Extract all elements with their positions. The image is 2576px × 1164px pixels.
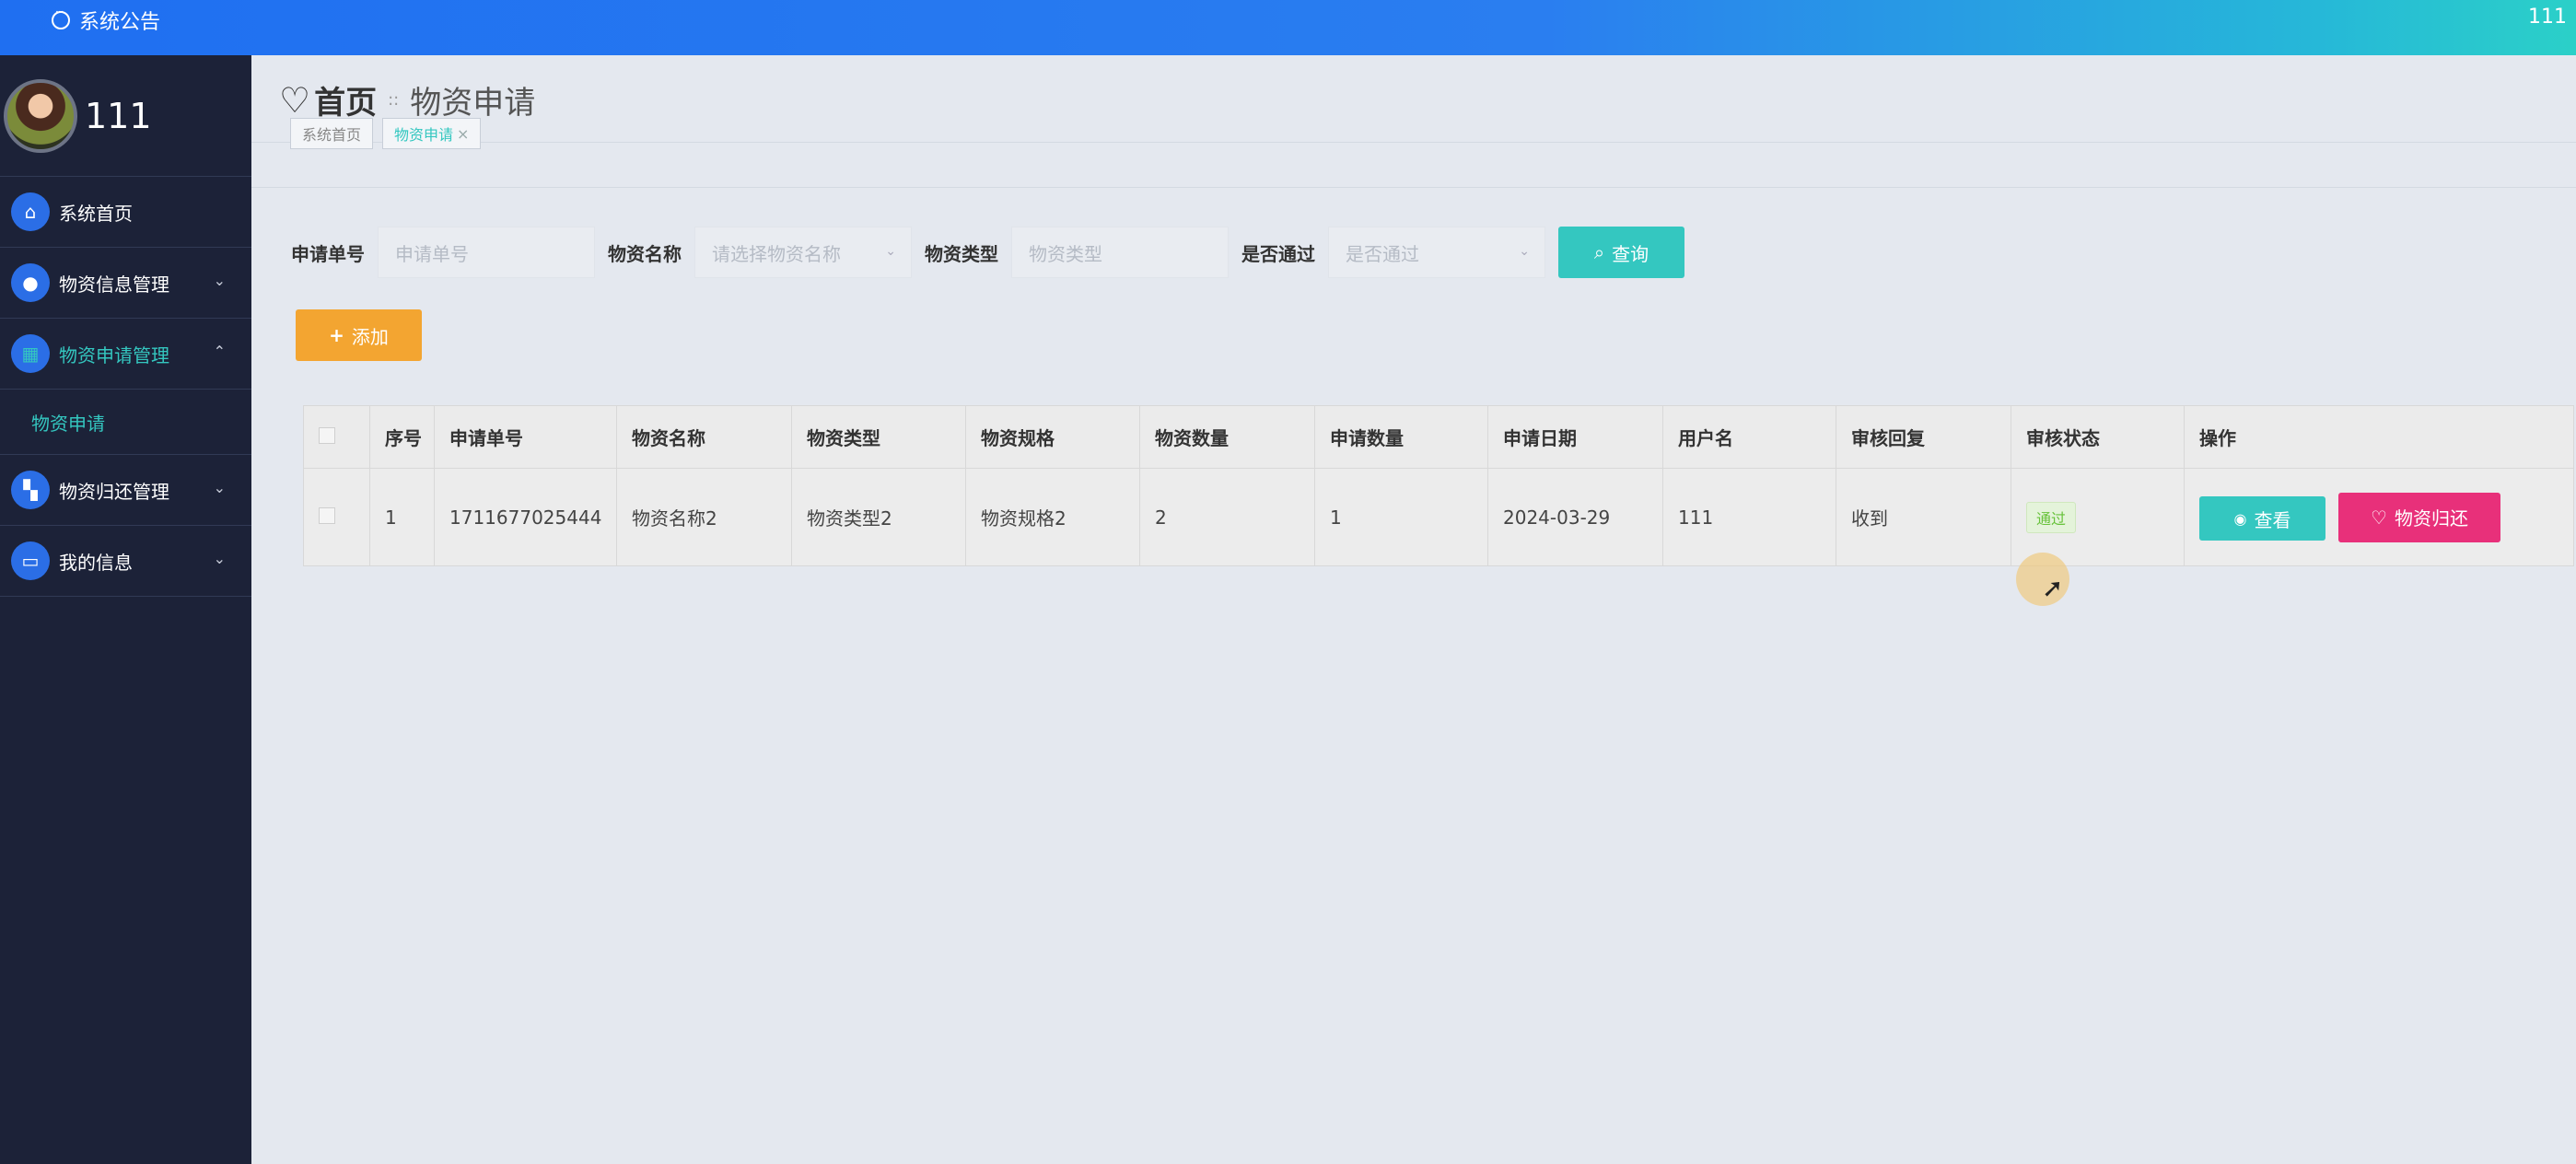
sidebar-item-label: 物资归还管理	[59, 480, 169, 503]
col-header: 审核回复	[1836, 405, 2011, 469]
tab-home[interactable]: 系统首页	[290, 118, 374, 149]
breadcrumb: ♡ 首页 :: 物资申请	[279, 77, 535, 122]
grid-icon: ▦	[11, 334, 50, 373]
heart-icon: ♡	[279, 79, 311, 121]
profile: 111	[0, 55, 251, 177]
sidebar-item-material-apply[interactable]: ▦ 物资申请管理 ⌃	[0, 319, 251, 390]
breadcrumb-home[interactable]: 首页	[314, 77, 377, 122]
col-header: 物资名称	[616, 405, 792, 469]
chevron-down-icon: ⌄	[213, 550, 226, 567]
select-placeholder: 请选择物资名称	[712, 242, 841, 265]
col-header: 物资数量	[1139, 405, 1315, 469]
chevron-down-icon: ⌄	[213, 479, 226, 496]
col-header: 序号	[369, 405, 435, 469]
cell-apply-date: 2024-03-29	[1487, 468, 1663, 566]
sidebar-item-my-info[interactable]: ▭ 我的信息 ⌄	[0, 526, 251, 597]
close-icon[interactable]: ×	[457, 125, 469, 143]
eye-icon: ◉	[2233, 509, 2247, 528]
cell-material-name: 物资名称2	[616, 468, 792, 566]
table-header-row: 序号 申请单号 物资名称 物资类型 物资规格 物资数量 申请数量 申请日期 用户…	[303, 405, 2574, 469]
query-button-label: 查询	[1612, 242, 1649, 265]
col-header: 审核状态	[2011, 405, 2185, 469]
col-header: 物资类型	[791, 405, 966, 469]
mouse-cursor-icon: ➚	[2042, 573, 2064, 603]
status-badge: 通过	[2026, 501, 2077, 533]
profile-name: 111	[85, 95, 152, 136]
cell-index: 1	[369, 468, 435, 566]
tabs-bar	[251, 142, 2576, 188]
cell-material-stock: 2	[1139, 468, 1315, 566]
system-notice-label: 系统公告	[79, 11, 161, 34]
search-form: 申请单号 申请单号 物资名称 请选择物资名称 ⌄ 物资类型 物资类型 是否通过 …	[291, 227, 1684, 278]
wallet-icon: ▭	[11, 541, 50, 580]
return-button[interactable]: ♡ 物资归还	[2338, 492, 2500, 542]
search-icon: ⌕	[1593, 241, 1605, 263]
chevron-down-icon: ⌄	[1519, 244, 1530, 259]
avatar	[4, 78, 77, 153]
field-label-order-no: 申请单号	[291, 242, 365, 265]
system-notice[interactable]: 系统公告	[52, 6, 160, 35]
apply-table: 序号 申请单号 物资名称 物资类型 物资规格 物资数量 申请数量 申请日期 用户…	[303, 405, 2574, 566]
breadcrumb-separator: ::	[388, 90, 400, 110]
view-button-label: 查看	[2254, 508, 2291, 531]
material-name-select[interactable]: 请选择物资名称 ⌄	[694, 227, 912, 278]
chat-icon	[52, 6, 70, 29]
row-checkbox[interactable]	[319, 506, 335, 524]
field-label-material-type: 物资类型	[925, 242, 998, 265]
col-header: 申请单号	[434, 405, 617, 469]
field-label-material-name: 物资名称	[608, 242, 682, 265]
cell-review-reply: 收到	[1836, 468, 2011, 566]
sidebar: 111 ⌂ 系统首页 ● 物资信息管理 ⌄ ▦ 物资申请管理 ⌃ 物资申请 ▚ …	[0, 55, 251, 1164]
apps-icon: ▚	[11, 471, 50, 509]
cell-username: 111	[1662, 468, 1836, 566]
main-content: ♡ 首页 :: 物资申请 系统首页 物资申请 × 申请单号 申请单号 物资名称 …	[251, 55, 2576, 1164]
sidebar-item-label: 我的信息	[59, 551, 133, 574]
sidebar-item-material-return[interactable]: ▚ 物资归还管理 ⌄	[0, 455, 251, 526]
tab-label: 物资申请	[394, 126, 454, 144]
col-header: 用户名	[1662, 405, 1836, 469]
return-button-label: 物资归还	[2394, 507, 2468, 530]
chevron-down-icon: ⌄	[885, 244, 896, 259]
cell-material-type: 物资类型2	[791, 468, 966, 566]
plus-icon: +	[329, 324, 344, 346]
chevron-down-icon: ⌄	[213, 272, 226, 289]
col-header: 申请数量	[1314, 405, 1488, 469]
sidebar-item-label: 物资信息管理	[59, 273, 169, 296]
select-all-checkbox[interactable]	[319, 426, 335, 444]
sidebar-item-label: 物资申请管理	[59, 343, 169, 367]
cell-apply-qty: 1	[1314, 468, 1488, 566]
order-no-input[interactable]: 申请单号	[378, 227, 595, 278]
top-username[interactable]: 111	[2528, 6, 2567, 29]
material-type-input[interactable]: 物资类型	[1011, 227, 1229, 278]
col-header: 申请日期	[1487, 405, 1663, 469]
view-button[interactable]: ◉ 查看	[2199, 496, 2325, 541]
approved-select[interactable]: 是否通过 ⌄	[1328, 227, 1545, 278]
home-icon: ⌂	[11, 192, 50, 231]
select-all-cell	[303, 405, 370, 469]
cell-review-status: 通过	[2011, 468, 2185, 566]
cell-order-no: 1711677025444	[434, 468, 617, 566]
top-bar: 系统公告 111	[0, 0, 2576, 55]
cell-material-spec: 物资规格2	[965, 468, 1140, 566]
col-header: 物资规格	[965, 405, 1140, 469]
user-icon: ●	[11, 263, 50, 302]
breadcrumb-current: 物资申请	[410, 85, 536, 122]
tab-material-apply[interactable]: 物资申请 ×	[382, 118, 482, 149]
heart-icon: ♡	[2371, 506, 2387, 529]
sidebar-item-label: 系统首页	[59, 202, 133, 225]
chevron-up-icon: ⌃	[213, 343, 226, 360]
sidebar-item-material-info[interactable]: ● 物资信息管理 ⌄	[0, 248, 251, 319]
query-button[interactable]: ⌕ 查询	[1558, 227, 1684, 278]
select-placeholder: 是否通过	[1346, 242, 1419, 265]
sidebar-subitem-material-apply[interactable]: 物资申请	[0, 390, 251, 455]
col-header: 操作	[2184, 405, 2574, 469]
add-button[interactable]: + 添加	[296, 309, 422, 361]
add-button-label: 添加	[351, 325, 389, 348]
field-label-approved: 是否通过	[1241, 242, 1315, 265]
sidebar-item-home[interactable]: ⌂ 系统首页	[0, 177, 251, 248]
cell-actions: ◉ 查看 ♡ 物资归还	[2184, 468, 2574, 566]
table-row: 1 1711677025444 物资名称2 物资类型2 物资规格2 2 1 20…	[303, 468, 2574, 566]
row-select-cell	[303, 468, 370, 566]
